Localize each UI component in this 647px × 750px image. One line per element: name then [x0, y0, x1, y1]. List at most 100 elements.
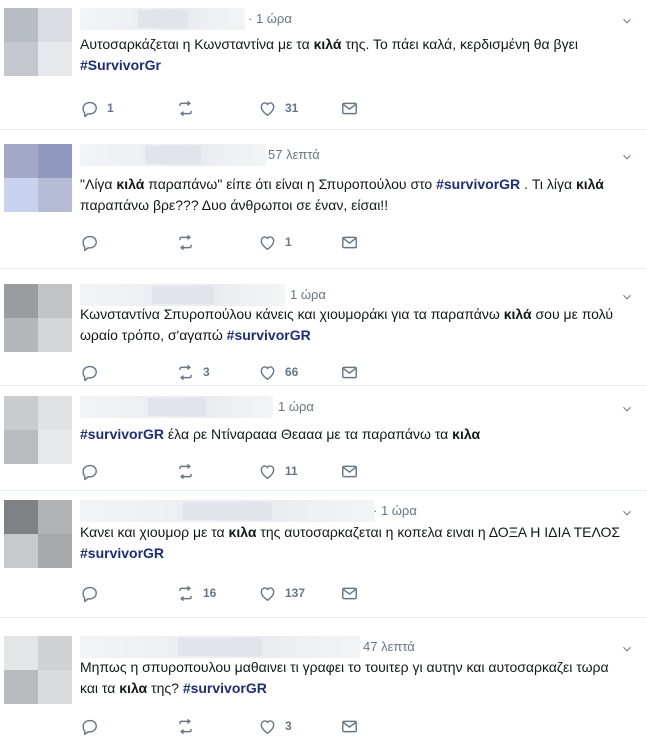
direct-message-button[interactable] [340, 716, 359, 736]
like-button[interactable]: 66 [258, 362, 298, 382]
reply-icon [82, 235, 97, 251]
avatar-pixel [4, 42, 38, 76]
blurred-block [148, 398, 206, 416]
mail-icon [342, 236, 357, 248]
retweet-button[interactable]: 3 [176, 362, 210, 382]
avatar-pixel [4, 636, 38, 670]
text-segment: της αυτοσαρκαζεται η κοπελα ειναι η ΔΟΞΑ… [256, 524, 621, 540]
avatar[interactable] [4, 396, 72, 464]
retweet-button[interactable] [176, 461, 195, 481]
tweet-actions: 1 [80, 232, 380, 252]
like-count: 3 [285, 719, 292, 733]
heart-icon [260, 101, 275, 116]
tweet-text: Αυτοσαρκάζεται η Κωνσταντίνα με τα κιλά … [80, 34, 625, 76]
keyword-highlight: κιλά [116, 176, 145, 192]
avatar[interactable] [4, 500, 72, 568]
heart-icon [260, 365, 275, 380]
avatar-pixel [38, 8, 72, 42]
keyword-highlight: κιλα [452, 426, 481, 442]
retweet-icon [179, 234, 192, 250]
more-options-button[interactable] [621, 402, 633, 414]
like-count: 1 [285, 235, 292, 249]
tweet-actions: 11 [80, 461, 380, 481]
hashtag-link[interactable]: #SurvivorGr [80, 57, 161, 73]
chevron-down-icon [623, 646, 631, 652]
hashtag-link[interactable]: #survivorGR [227, 327, 311, 343]
direct-message-button[interactable] [340, 583, 359, 603]
hashtag-link[interactable]: #survivorGR [183, 680, 267, 696]
hashtag-link[interactable]: #survivorGR [80, 426, 164, 442]
reply-count: 1 [107, 101, 114, 115]
tweet-divider [0, 490, 647, 491]
reply-icon [82, 719, 97, 735]
more-options-button[interactable] [621, 150, 633, 162]
reply-button[interactable] [80, 461, 99, 481]
like-button[interactable]: 11 [258, 461, 298, 481]
avatar[interactable] [4, 8, 72, 76]
direct-message-button[interactable] [340, 98, 359, 118]
retweet-button[interactable]: 16 [176, 583, 216, 603]
reply-button[interactable] [80, 716, 99, 736]
blurred-username[interactable] [80, 636, 360, 658]
tweet-timestamp[interactable]: 47 λεπτά [363, 639, 415, 654]
blurred-username[interactable] [80, 396, 273, 418]
retweet-button[interactable] [176, 98, 195, 118]
like-button[interactable]: 3 [258, 716, 292, 736]
blurred-username[interactable] [80, 144, 266, 166]
avatar-pixel [4, 144, 38, 178]
direct-message-button[interactable] [340, 362, 359, 382]
mail-icon [342, 587, 357, 599]
more-options-button[interactable] [621, 290, 633, 302]
text-segment: "Λίγα [80, 176, 117, 192]
text-segment: παραπάνω" είπε ότι είναι η Σπυροπούλου σ… [144, 176, 437, 192]
keyword-highlight: κιλα [119, 680, 148, 696]
retweet-count: 16 [203, 586, 217, 600]
retweet-button[interactable] [176, 716, 195, 736]
retweet-button[interactable] [176, 232, 195, 252]
like-count: 11 [285, 464, 298, 478]
keyword-highlight: κιλά [503, 306, 532, 322]
tweet-timestamp[interactable]: · 1 ώρα [248, 11, 292, 26]
avatar-pixel [4, 670, 38, 704]
tweet-text: Κωνσταντίνα Σπυροπούλου κάνεις και χιουμ… [80, 304, 625, 346]
more-options-button[interactable] [621, 642, 633, 654]
like-button[interactable]: 1 [258, 232, 292, 252]
mail-icon [342, 102, 357, 114]
reply-button[interactable] [80, 232, 99, 252]
blurred-block [145, 146, 201, 164]
avatar[interactable] [4, 636, 72, 704]
tweet-timestamp[interactable]: 1 ώρα [290, 287, 326, 302]
direct-message-button[interactable] [340, 232, 359, 252]
retweet-icon [179, 463, 192, 479]
reply-button[interactable] [80, 583, 99, 603]
avatar[interactable] [4, 284, 72, 352]
blurred-username[interactable] [80, 8, 245, 30]
avatar-pixel [4, 430, 38, 464]
tweet-divider [0, 385, 647, 386]
reply-button[interactable]: 1 [80, 98, 114, 118]
keyword-highlight: κιλά [575, 176, 604, 192]
avatar[interactable] [4, 144, 72, 212]
avatar-pixel [4, 318, 38, 352]
like-button[interactable]: 31 [258, 98, 298, 118]
text-segment: της? [147, 680, 183, 696]
more-options-button[interactable] [621, 506, 633, 518]
text-segment: Αυτοσαρκάζεται η Κωνσταντίνα με τα [80, 36, 314, 52]
tweet-timestamp[interactable]: 57 λεπτά [268, 147, 320, 162]
like-count: 66 [285, 365, 299, 379]
direct-message-button[interactable] [340, 461, 359, 481]
avatar-pixel [4, 284, 38, 318]
tweet-timestamp[interactable]: · 1 ώρα [373, 503, 417, 518]
like-count: 31 [285, 101, 299, 115]
like-button[interactable]: 137 [258, 583, 305, 603]
hashtag-link[interactable]: #survivorGR [80, 545, 164, 561]
avatar-pixel [38, 42, 72, 76]
blurred-username[interactable] [80, 284, 285, 306]
blurred-username[interactable] [80, 500, 375, 522]
hashtag-link[interactable]: #survivorGR [436, 176, 520, 192]
mail-icon [342, 366, 357, 378]
more-options-button[interactable] [621, 14, 633, 26]
reply-button[interactable] [80, 362, 99, 382]
chevron-down-icon [623, 154, 631, 160]
tweet-timestamp[interactable]: 1 ώρα [278, 399, 314, 414]
